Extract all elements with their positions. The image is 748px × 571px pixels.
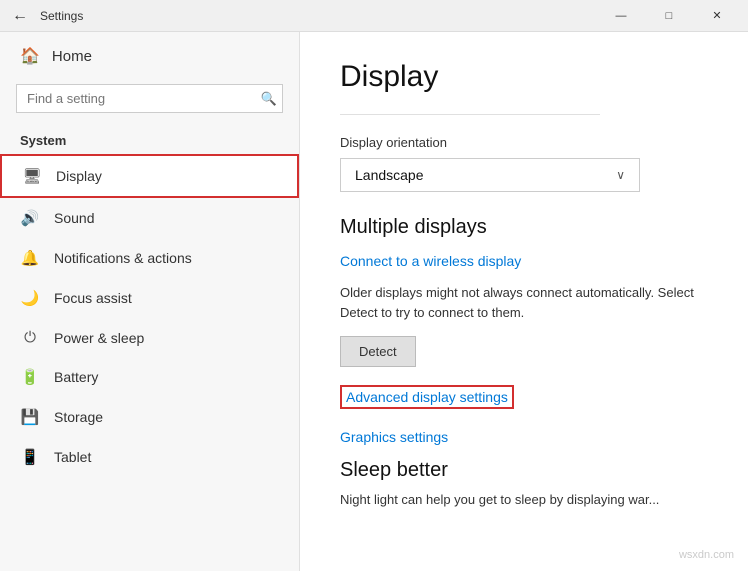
- tablet-icon: 📱: [20, 448, 40, 466]
- sidebar-item-storage[interactable]: 💾 Storage: [0, 397, 299, 437]
- display-icon: 🖥: [22, 167, 42, 185]
- orientation-label: Display orientation: [340, 135, 708, 150]
- window-controls: — □ ✕: [598, 0, 740, 32]
- sidebar-item-label-display: Display: [56, 168, 102, 184]
- divider: [340, 114, 600, 115]
- main-layout: 🏠 Home 🔍 System 🖥 Display 🔊 Sound 🔔 Noti…: [0, 32, 748, 571]
- sidebar-item-label-sound: Sound: [54, 210, 94, 226]
- sidebar-item-home[interactable]: 🏠 Home: [0, 32, 299, 80]
- orientation-value: Landscape: [355, 167, 424, 183]
- storage-icon: 💾: [20, 408, 40, 426]
- sidebar-item-label-focus: Focus assist: [54, 290, 132, 306]
- watermark: wsxdn.com: [679, 549, 734, 561]
- sleep-info-text: Night light can help you get to sleep by…: [340, 490, 708, 510]
- titlebar: ← Settings — □ ✕: [0, 0, 748, 32]
- sidebar-item-display[interactable]: 🖥 Display: [0, 154, 299, 198]
- content-area: Display Display orientation Landscape ∨ …: [300, 32, 748, 571]
- sidebar-item-notifications[interactable]: 🔔 Notifications & actions: [0, 238, 299, 278]
- multiple-displays-title: Multiple displays: [340, 216, 708, 239]
- sidebar-item-sound[interactable]: 🔊 Sound: [0, 198, 299, 238]
- notifications-icon: 🔔: [20, 249, 40, 267]
- close-button[interactable]: ✕: [694, 0, 740, 32]
- search-icon[interactable]: 🔍: [261, 91, 277, 107]
- back-button[interactable]: ←: [8, 4, 32, 28]
- sidebar-item-label-storage: Storage: [54, 409, 103, 425]
- info-text: Older displays might not always connect …: [340, 283, 708, 322]
- maximize-button[interactable]: □: [646, 0, 692, 32]
- sound-icon: 🔊: [20, 209, 40, 227]
- home-icon: 🏠: [20, 46, 40, 66]
- battery-icon: 🔋: [20, 368, 40, 386]
- back-icon: ←: [12, 7, 28, 25]
- search-input[interactable]: [16, 84, 283, 113]
- detect-button[interactable]: Detect: [340, 336, 416, 367]
- focus-icon: 🌙: [20, 289, 40, 307]
- titlebar-title: Settings: [40, 9, 598, 23]
- chevron-down-icon: ∨: [616, 168, 625, 182]
- advanced-display-settings-link[interactable]: Advanced display settings: [340, 385, 514, 409]
- orientation-dropdown[interactable]: Landscape ∨: [340, 158, 640, 192]
- sidebar-item-battery[interactable]: 🔋 Battery: [0, 357, 299, 397]
- sidebar-item-label-notifications: Notifications & actions: [54, 250, 192, 266]
- sidebar: 🏠 Home 🔍 System 🖥 Display 🔊 Sound 🔔 Noti…: [0, 32, 300, 571]
- sidebar-section-title: System: [0, 125, 299, 154]
- sidebar-item-label-power: Power & sleep: [54, 330, 144, 346]
- sidebar-home-label: Home: [52, 48, 92, 65]
- sidebar-item-focus[interactable]: 🌙 Focus assist: [0, 278, 299, 318]
- sidebar-item-label-tablet: Tablet: [54, 449, 91, 465]
- search-container: 🔍: [16, 84, 283, 113]
- power-icon: ⏻: [20, 329, 40, 346]
- sidebar-item-label-battery: Battery: [54, 369, 98, 385]
- sidebar-item-power[interactable]: ⏻ Power & sleep: [0, 318, 299, 357]
- sleep-title: Sleep better: [340, 459, 708, 482]
- minimize-button[interactable]: —: [598, 0, 644, 32]
- graphics-settings-link[interactable]: Graphics settings: [340, 429, 708, 445]
- page-title: Display: [340, 60, 708, 94]
- sidebar-item-tablet[interactable]: 📱 Tablet: [0, 437, 299, 477]
- connect-wireless-link[interactable]: Connect to a wireless display: [340, 253, 708, 269]
